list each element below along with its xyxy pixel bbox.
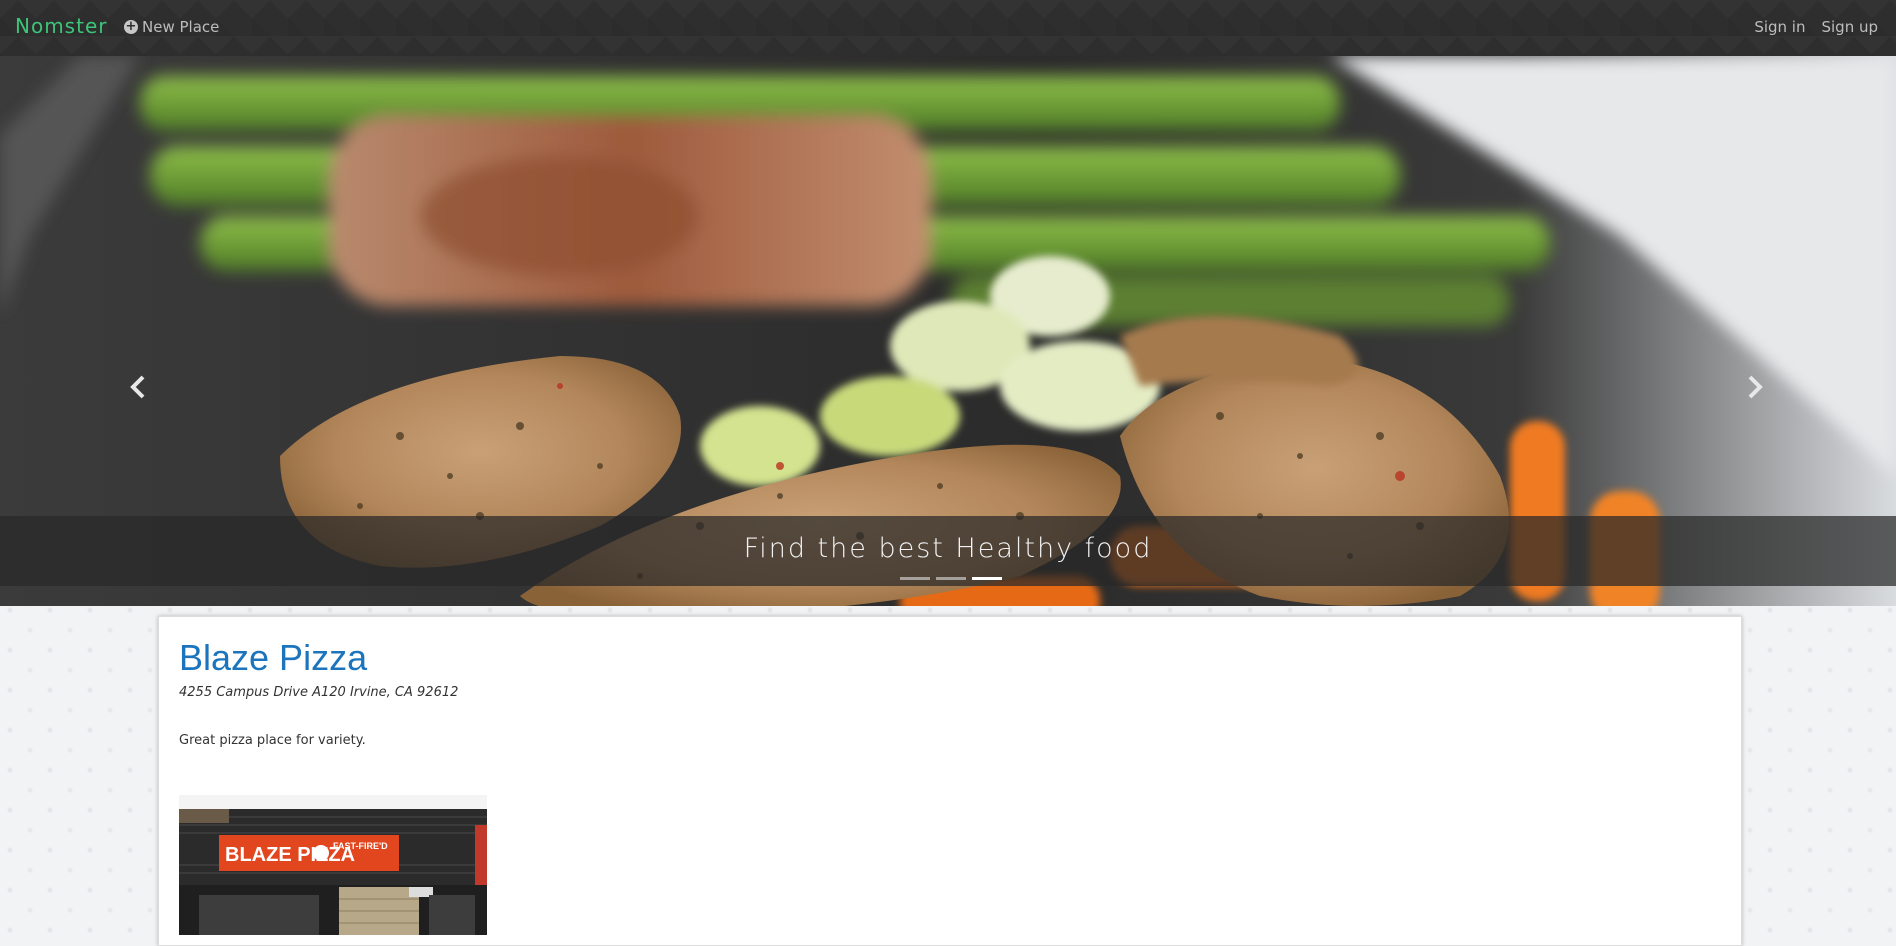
sign-in-link[interactable]: Sign in: [1754, 18, 1805, 36]
chevron-left-icon[interactable]: [128, 374, 148, 400]
new-place-label: New Place: [142, 18, 220, 36]
place-title[interactable]: Blaze Pizza: [179, 637, 367, 679]
auth-links: Sign in Sign up: [1754, 18, 1878, 36]
sign-up-link[interactable]: Sign up: [1821, 18, 1878, 36]
carousel-indicator-3[interactable]: [972, 577, 1002, 580]
new-place-link[interactable]: + New Place: [124, 18, 219, 36]
carousel-caption: Find the best Healthy food: [743, 533, 1153, 564]
chevron-right-icon[interactable]: [1745, 374, 1765, 400]
carousel-indicator-2[interactable]: [936, 577, 966, 580]
place-description: Great pizza place for variety.: [179, 733, 366, 748]
brand-logo[interactable]: Nomster: [15, 14, 107, 38]
photo-sign-tagline: FAST-FIRE'D: [333, 841, 388, 851]
carousel-indicator-1[interactable]: [900, 577, 930, 580]
place-card: Blaze Pizza 4255 Campus Drive A120 Irvin…: [158, 616, 1742, 946]
place-address: 4255 Campus Drive A120 Irvine, CA 92612: [179, 685, 459, 700]
carousel-indicators: [900, 577, 1002, 580]
plus-circle-icon: +: [124, 19, 138, 34]
top-navbar: Nomster + New Place Sign in Sign up: [0, 0, 1896, 56]
place-photo[interactable]: BLAZE PIZZA FAST-FIRE'D: [179, 795, 487, 935]
hero-carousel: [0, 56, 1896, 606]
